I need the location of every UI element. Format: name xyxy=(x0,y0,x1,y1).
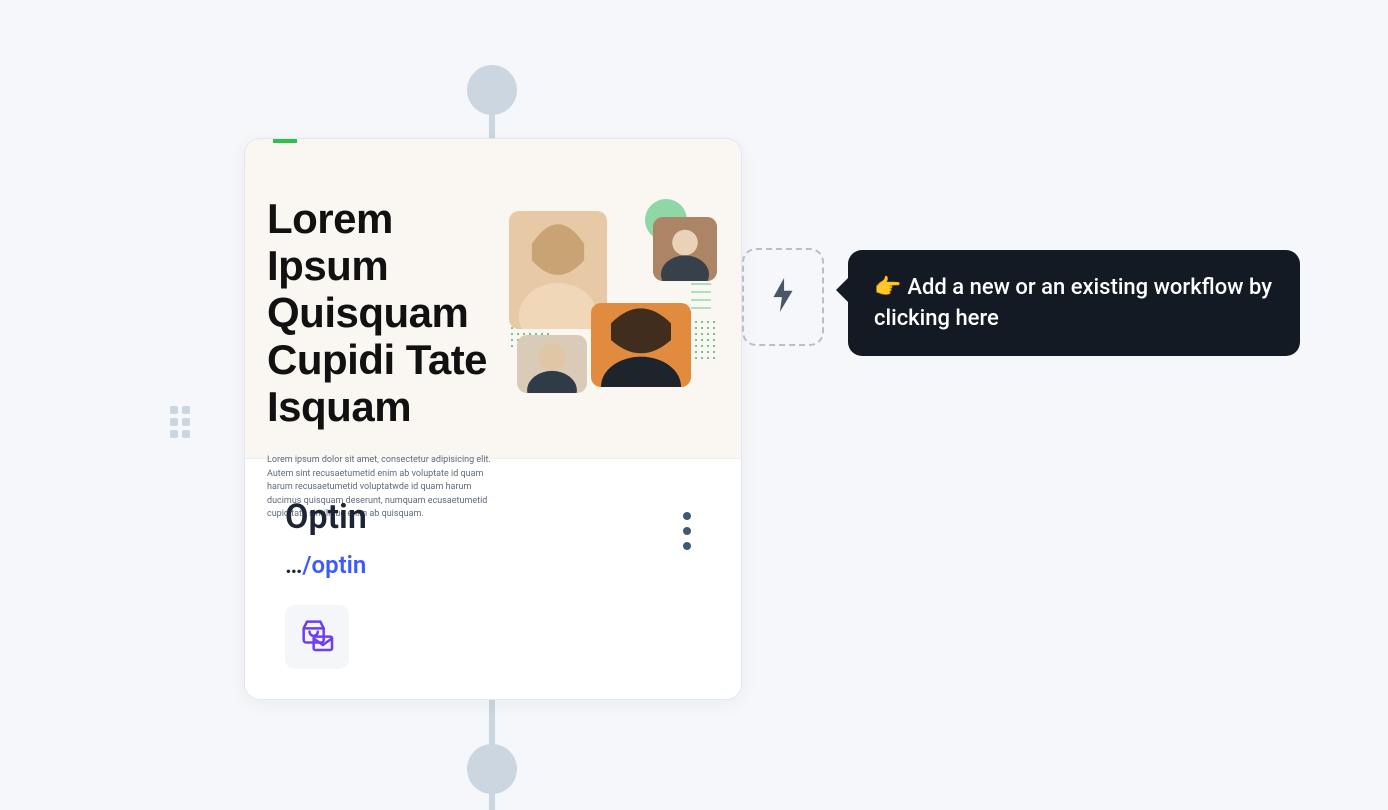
kebab-dot xyxy=(683,542,691,550)
kebab-dot xyxy=(683,512,691,520)
page-thumbnail: Lorem Ipsum Quisquam Cupidi Tate Isquam … xyxy=(245,139,741,459)
thumbnail-accent-bar xyxy=(273,139,297,143)
shopping-bag-mail-icon xyxy=(297,615,337,659)
thumbnail-heading: Lorem Ipsum Quisquam Cupidi Tate Isquam xyxy=(267,195,517,430)
add-workflow-tooltip: 👉Add a new or an existing workflow by cl… xyxy=(848,250,1300,356)
photo-icon xyxy=(591,303,691,387)
add-workflow-node[interactable] xyxy=(742,248,824,346)
tooltip-text: Add a new or an existing workflow by cli… xyxy=(874,275,1272,331)
lightning-icon xyxy=(770,278,796,316)
thumbnail-photo-collage xyxy=(509,199,717,389)
page-title: Optin xyxy=(285,497,701,537)
pointing-right-icon: 👉 xyxy=(874,275,901,300)
page-path[interactable]: …/optin xyxy=(285,551,701,579)
page-card[interactable]: Lorem Ipsum Quisquam Cupidi Tate Isquam … xyxy=(244,138,742,700)
photo-icon xyxy=(517,335,587,393)
photo-icon xyxy=(653,217,717,281)
more-options-button[interactable] xyxy=(673,507,701,555)
page-path-prefix: … xyxy=(285,551,302,579)
page-type-chip[interactable] xyxy=(285,605,349,669)
drag-handle[interactable] xyxy=(170,406,194,438)
page-path-slug: /optin xyxy=(302,551,366,579)
kebab-dot xyxy=(683,527,691,535)
flow-connector-dot-bottom xyxy=(467,744,517,794)
